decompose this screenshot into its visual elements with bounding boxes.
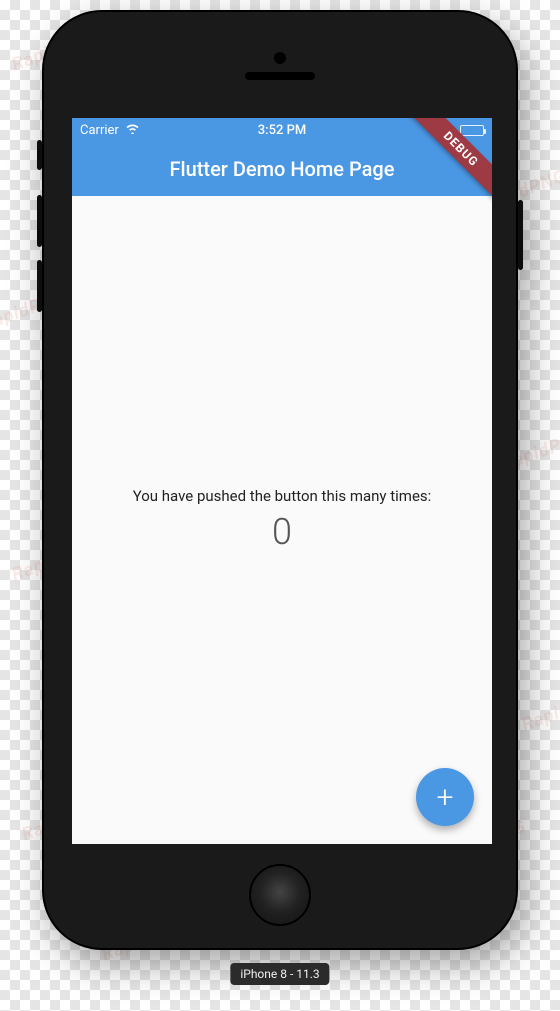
counter-value: 0	[272, 511, 292, 553]
body-content: You have pushed the button this many tim…	[72, 196, 492, 844]
app-bar-title: Flutter Demo Home Page	[170, 157, 395, 181]
power-button	[518, 200, 523, 270]
simulator-device-label: iPhone 8 - 11.3	[230, 963, 329, 985]
fab-add-button[interactable]: +	[416, 768, 474, 826]
phone-mockup: Carrier 3:52 PM Flutter Demo Home Page Y…	[42, 10, 518, 950]
phone-screen: Carrier 3:52 PM Flutter Demo Home Page Y…	[72, 118, 492, 844]
earpiece	[245, 72, 315, 80]
phone-body: Carrier 3:52 PM Flutter Demo Home Page Y…	[42, 10, 518, 950]
app-bar: Flutter Demo Home Page	[72, 142, 492, 196]
wifi-icon	[125, 123, 140, 138]
push-count-label: You have pushed the button this many tim…	[133, 487, 432, 505]
status-left: Carrier	[80, 123, 140, 138]
home-button[interactable]	[249, 864, 311, 926]
battery-icon	[460, 125, 484, 136]
carrier-label: Carrier	[80, 123, 119, 138]
status-time: 3:52 PM	[258, 123, 307, 138]
status-right	[460, 125, 484, 136]
proximity-sensor	[274, 52, 286, 64]
plus-icon: +	[437, 780, 454, 815]
